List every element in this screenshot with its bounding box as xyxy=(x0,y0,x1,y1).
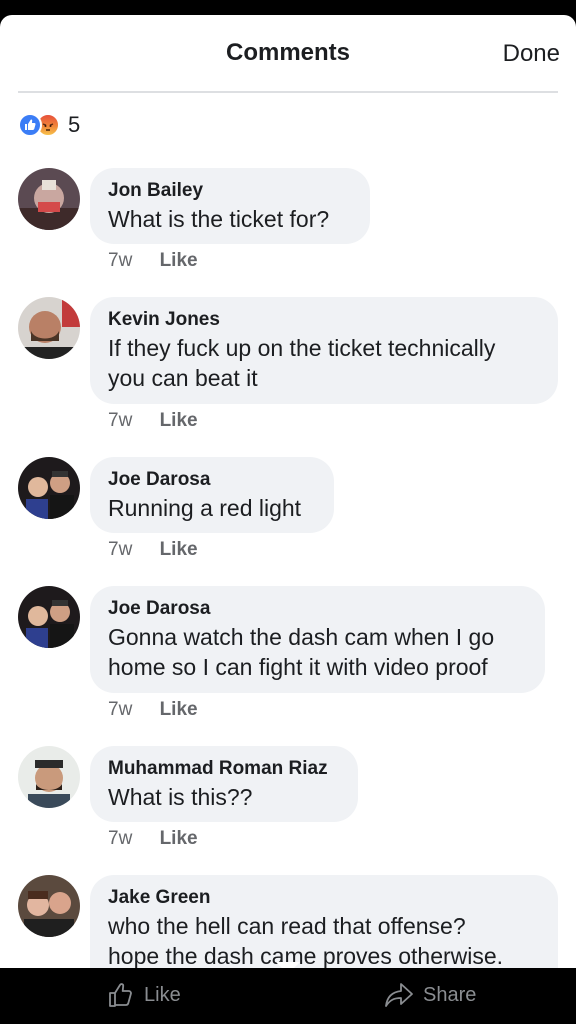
comment-author[interactable]: Jon Bailey xyxy=(108,178,352,204)
page-title: Comments xyxy=(225,39,351,66)
avatar[interactable] xyxy=(18,297,80,359)
comment-author[interactable]: Joe Darosa xyxy=(108,596,527,622)
header: Comments Done xyxy=(0,15,576,91)
comment-text: What is this?? xyxy=(108,784,253,810)
comment-text-line: Gonna watch the dash cam when I go xyxy=(108,624,495,650)
avatar[interactable] xyxy=(18,457,80,519)
comment-bubble[interactable]: Joe Darosa Running a red light xyxy=(90,457,334,533)
comment-meta: 7w Like xyxy=(108,539,198,561)
comment-bubble[interactable]: Joe Darosa Gonna watch the dash cam when… xyxy=(90,586,545,693)
like-button[interactable]: Like xyxy=(106,980,181,1010)
share-button-label: Share xyxy=(423,983,477,1006)
comment-meta: 7w Like xyxy=(108,699,198,721)
comment-time: 7w xyxy=(108,250,133,271)
reaction-count: 5 xyxy=(68,112,81,137)
like-link[interactable]: Like xyxy=(160,699,198,720)
comment-bubble[interactable]: Jake Green who the hell can read that of… xyxy=(90,875,558,968)
avatar[interactable] xyxy=(18,168,80,230)
comment-bubble[interactable]: Kevin Jones If they fuck up on the ticke… xyxy=(90,297,558,404)
comment-meta: 7w Like xyxy=(108,828,198,850)
avatar[interactable] xyxy=(18,746,80,808)
comment-author[interactable]: Muhammad Roman Riaz xyxy=(108,756,340,782)
like-link[interactable]: Like xyxy=(160,539,198,560)
comment-text-line: If they fuck up on the ticket technicall… xyxy=(108,335,496,361)
comment-text: What is the ticket for? xyxy=(108,206,330,232)
comment-time: 7w xyxy=(108,699,133,720)
comment-text-line: you can beat it xyxy=(108,365,258,391)
comment-time: 7w xyxy=(108,410,133,431)
bottom-action-bar: Like Share xyxy=(0,968,576,1024)
comment-text-line: home so I can fight it with video proof xyxy=(108,654,488,680)
like-link[interactable]: Like xyxy=(160,410,198,431)
comment-bubble[interactable]: Jon Bailey What is the ticket for? xyxy=(90,168,370,244)
comments-screen: Comments Done 5 Jon Bailey What is the t… xyxy=(0,0,576,1024)
like-link[interactable]: Like xyxy=(160,828,198,849)
like-button-label: Like xyxy=(144,983,181,1006)
comments-sheet: Comments Done 5 Jon Bailey What is the t… xyxy=(0,15,576,968)
thumbs-up-icon xyxy=(109,983,132,1007)
avatar[interactable] xyxy=(18,875,80,937)
avatar[interactable] xyxy=(18,586,80,648)
header-divider xyxy=(18,91,558,93)
comment-time: 7w xyxy=(108,539,133,560)
comment-meta: 7w Like xyxy=(108,410,198,432)
comment-text-line: who the hell can read that offense? xyxy=(108,913,466,939)
comment-bubble[interactable]: Muhammad Roman Riaz What is this?? xyxy=(90,746,358,822)
like-link[interactable]: Like xyxy=(160,250,198,271)
like-icon xyxy=(18,113,42,137)
comment-text-line: hope the dash came proves otherwise. xyxy=(108,943,504,968)
comment-author[interactable]: Kevin Jones xyxy=(108,307,540,333)
share-button[interactable]: Share xyxy=(383,980,476,1010)
comment-author[interactable]: Jake Green xyxy=(108,885,540,911)
share-arrow-icon xyxy=(385,983,413,1007)
comment-meta: 7w Like xyxy=(108,250,198,272)
done-button[interactable]: Done xyxy=(503,40,560,68)
comment-author[interactable]: Joe Darosa xyxy=(108,467,316,493)
reactions-summary[interactable]: 5 xyxy=(18,112,80,138)
comment-text: Running a red light xyxy=(108,495,302,521)
comment-time: 7w xyxy=(108,828,133,849)
